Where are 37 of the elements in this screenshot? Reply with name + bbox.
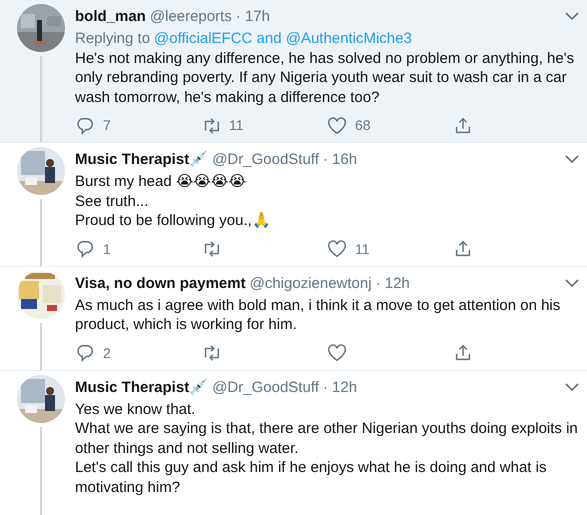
reply-button[interactable]: 2 — [75, 342, 201, 364]
like-button[interactable]: 68 — [327, 115, 453, 136]
timestamp[interactable]: · 17h — [236, 7, 270, 27]
reply-icon — [75, 239, 95, 259]
retweet-button[interactable]: 11 — [201, 115, 327, 136]
user-name[interactable]: bold_man — [75, 7, 146, 27]
user-handle[interactable]: @Dr_GoodStuff — [212, 378, 319, 398]
reply-icon — [75, 343, 95, 363]
tweet-text: Yes we know that. — [75, 400, 196, 419]
tweet-text: As much as i agree with bold man, i think it a move to get attention on his product, which is working for him. — [75, 296, 562, 334]
share-icon — [453, 116, 473, 136]
tweet-text: Burst my head 😭😭😭😭 — [75, 172, 247, 192]
mention-link[interactable]: @officialEFCC and @AuthenticMiche3 — [154, 29, 412, 48]
reply-icon — [75, 116, 95, 136]
timestamp[interactable]: · 16h — [322, 150, 358, 170]
like-button[interactable]: 11 — [327, 238, 453, 260]
user-name[interactable]: Music Therapist💉 — [75, 378, 208, 398]
heart-icon — [327, 239, 347, 259]
user-handle[interactable]: @Dr_GoodStuff — [212, 150, 319, 170]
tweet-text: He's not making any difference, he has solved no problem or anything, he's only rebranding poverty. If any Nigeria youth wear suit to wash car in a car wash tomorrow, he's making a difference too? — [75, 48, 576, 107]
share-icon — [453, 343, 473, 363]
user-handle[interactable]: @leereports — [150, 7, 232, 27]
tweet-text: Proud to be following you.,🙏 — [75, 211, 272, 230]
tweet-text: See truth... — [75, 192, 150, 211]
tweet-text: Let's call this guy and ask him if he enjoys what he is doing and what is motivating him? — [75, 458, 548, 497]
share-icon — [453, 239, 473, 259]
tweet-text: What we are saying is that, there are other Nigerian youths doing exploits in other things and not selling water. — [75, 419, 579, 458]
timestamp[interactable]: · 12h — [322, 378, 358, 398]
user-handle[interactable]: @chigozienewtonj — [250, 274, 372, 294]
heart-icon — [327, 116, 347, 136]
timestamp[interactable]: · 12h — [376, 274, 410, 294]
user-name[interactable]: Visa, no down paymemt — [75, 274, 246, 294]
user-name[interactable]: Music Therapist💉 — [75, 150, 208, 170]
heart-icon — [327, 343, 347, 363]
reply-button[interactable]: 7 — [75, 115, 201, 136]
reply-button[interactable]: 1 — [75, 238, 201, 260]
replying-label: Replying to — [75, 29, 150, 48]
